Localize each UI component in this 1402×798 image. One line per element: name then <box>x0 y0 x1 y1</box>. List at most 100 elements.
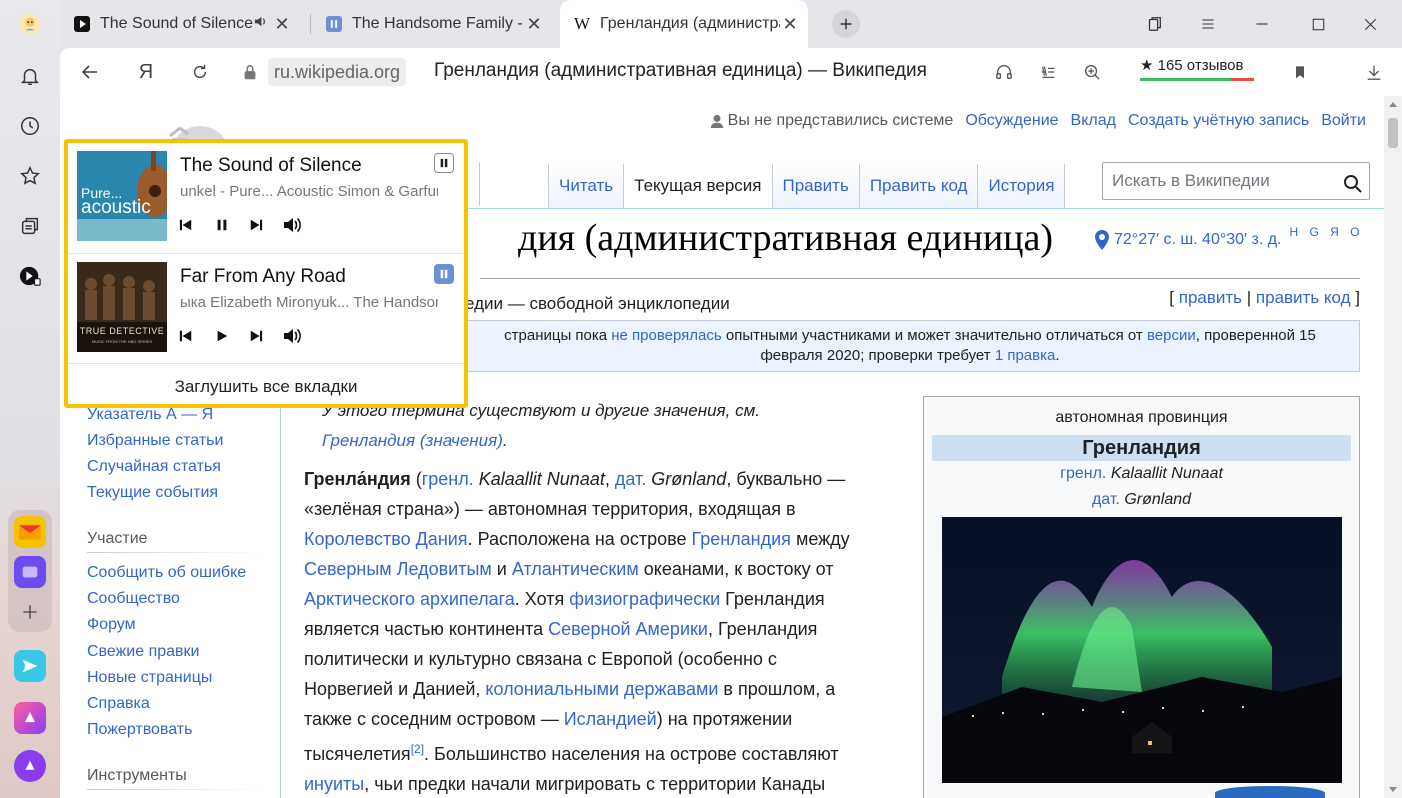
coordinates-map-links[interactable]: H G Я O <box>1290 225 1364 239</box>
maximize-icon[interactable] <box>1304 10 1332 38</box>
reference-link[interactable]: [2] <box>411 742 424 756</box>
lang-danish-link[interactable]: дат. <box>1092 491 1120 508</box>
yandex-logo-icon[interactable]: Я <box>132 58 160 86</box>
reader-mode-icon[interactable] <box>1034 58 1062 86</box>
not-reviewed-link[interactable]: не проверялась <box>611 327 721 344</box>
tab-paused-badge-icon[interactable] <box>434 264 454 284</box>
play-icon[interactable] <box>210 324 234 348</box>
nav-link-random[interactable]: Случайная статья <box>87 458 221 476</box>
url-domain[interactable]: ru.wikipedia.org <box>268 58 407 86</box>
tab-handsome-family[interactable]: The Handsome Family - Far From Any Road … <box>312 6 552 42</box>
album-cover-true-detective[interactable]: TRUE DETECTIVE MUSIC FROM THE HBO SERIES <box>77 262 167 352</box>
minimize-icon[interactable] <box>1248 10 1276 38</box>
coordinates[interactable]: 72°27′ с. ш. 40°30′ з. д. H G Я O <box>1094 225 1364 250</box>
next-track-icon[interactable] <box>244 324 268 348</box>
search-icon[interactable] <box>1343 171 1363 207</box>
media-item-far-from-any-road[interactable]: TRUE DETECTIVE MUSIC FROM THE HBO SERIES… <box>68 253 464 361</box>
close-tab-icon[interactable]: ✕ <box>524 14 544 35</box>
nav-heading-tools[interactable]: Инструменты <box>87 767 187 785</box>
tab-read[interactable]: Читать <box>548 164 625 208</box>
tab-greenland[interactable]: W Гренландия (административная единица) … <box>560 0 808 48</box>
new-tab-button[interactable] <box>832 10 860 38</box>
back-arrow-icon[interactable] <box>76 58 104 86</box>
volume-icon[interactable] <box>280 324 304 348</box>
tab-edit-code[interactable]: Править код <box>859 164 979 208</box>
mute-all-tabs-button[interactable]: Заглушить все вкладки <box>68 363 464 404</box>
collections-icon[interactable] <box>14 210 46 242</box>
nav-link-community[interactable]: Сообщество <box>87 590 180 608</box>
article-link[interactable]: физиографически <box>569 589 720 609</box>
nav-link-current-events[interactable]: Текущие события <box>87 484 218 502</box>
tab-current-version[interactable]: Текущая версия <box>624 164 773 208</box>
article-link[interactable]: Исландией <box>564 709 657 729</box>
reload-icon[interactable] <box>186 58 214 86</box>
nav-link-featured[interactable]: Избранные статьи <box>87 432 223 450</box>
close-tab-icon[interactable]: ✕ <box>272 14 292 35</box>
wiki-search-input[interactable]: Искать в Википедии <box>1102 162 1370 200</box>
url-page-title[interactable]: Гренландия (административная единица) — … <box>434 60 927 82</box>
article-link[interactable]: дат. <box>615 469 646 489</box>
messenger-app-icon[interactable] <box>14 650 46 682</box>
article-link[interactable]: Атлантическим <box>512 559 639 579</box>
article-link[interactable]: Гренландия <box>691 529 790 549</box>
tab-sound-of-silence[interactable]: The Sound of Silence ✕ <box>60 6 300 42</box>
article-link[interactable]: Арктического архипелага <box>304 589 515 609</box>
nav-link-forum[interactable]: Форум <box>87 616 136 634</box>
tab-pause-badge-icon[interactable] <box>434 153 454 173</box>
previous-track-icon[interactable] <box>174 324 198 348</box>
nav-link-new-pages[interactable]: Новые страницы <box>87 669 212 687</box>
media-player-icon[interactable] <box>14 260 46 292</box>
nav-link-donate[interactable]: Пожертвовать <box>87 721 192 739</box>
bookmarks-star-icon[interactable] <box>14 160 46 192</box>
page-scrollbar[interactable] <box>1384 96 1402 798</box>
disambiguation-link[interactable]: Гренландия (значения) <box>322 431 503 450</box>
article-link[interactable]: Северной Америки <box>548 619 708 639</box>
notifications-bell-icon[interactable] <box>14 60 46 92</box>
nav-link-index[interactable]: Указатель А — Я <box>87 406 213 424</box>
pending-edit-link[interactable]: 1 правка <box>995 347 1056 364</box>
media-item-sound-of-silence[interactable]: Pure... acoustic The Sound of Silence un… <box>68 143 464 251</box>
close-tab-icon[interactable]: ✕ <box>780 14 800 35</box>
article-link[interactable]: Северным Ледовитым <box>304 559 492 579</box>
download-icon[interactable] <box>1360 58 1388 86</box>
create-account-link[interactable]: Создать учётную запись <box>1128 112 1309 130</box>
previous-track-icon[interactable] <box>174 213 198 237</box>
speaker-icon[interactable] <box>253 14 268 34</box>
site-reviews-badge[interactable]: ★ 165 отзывов <box>1140 56 1243 74</box>
article-link[interactable]: инуиты <box>304 774 364 794</box>
lang-greenlandic-link[interactable]: гренл. <box>1060 465 1106 482</box>
nav-link-report-error[interactable]: Сообщить об ошибке <box>87 564 246 582</box>
aurora-photo[interactable] <box>942 517 1342 783</box>
menu-hamburger-icon[interactable] <box>1194 10 1222 38</box>
nav-heading-participation[interactable]: Участие <box>87 530 148 548</box>
translate-zoom-icon[interactable] <box>1078 58 1106 86</box>
album-cover-pure-acoustic[interactable]: Pure... acoustic <box>77 151 167 241</box>
profile-avatar[interactable] <box>14 8 46 40</box>
nav-link-help[interactable]: Справка <box>87 695 150 713</box>
edit-code-link[interactable]: править код <box>1256 288 1351 307</box>
article-link[interactable]: колониальными державами <box>485 679 718 699</box>
mail-app-icon[interactable] <box>14 516 46 548</box>
version-link[interactable]: версии <box>1147 327 1196 344</box>
disk-app-icon[interactable] <box>14 556 46 588</box>
tabs-overview-icon[interactable] <box>1140 10 1168 38</box>
contributions-link[interactable]: Вклад <box>1071 112 1116 130</box>
scroll-up-arrow-icon[interactable] <box>1389 102 1397 107</box>
volume-icon[interactable] <box>280 213 304 237</box>
bookmark-icon[interactable] <box>1286 58 1314 86</box>
history-clock-icon[interactable] <box>14 110 46 142</box>
tab-edit[interactable]: Править <box>772 164 860 208</box>
next-track-icon[interactable] <box>244 213 268 237</box>
scroll-thumb[interactable] <box>1388 118 1398 148</box>
close-window-icon[interactable] <box>1356 10 1384 38</box>
edit-link[interactable]: править <box>1179 288 1242 307</box>
article-link[interactable]: Королевство Дания <box>304 529 468 549</box>
lock-icon[interactable] <box>236 58 264 86</box>
tab-history[interactable]: История <box>978 164 1066 208</box>
nav-link-recent-changes[interactable]: Свежие правки <box>87 643 199 661</box>
add-app-icon[interactable] <box>14 596 46 628</box>
camera-app-icon[interactable] <box>14 702 46 734</box>
scroll-down-arrow-icon[interactable] <box>1389 787 1397 792</box>
headphones-icon[interactable] <box>990 58 1018 86</box>
alice-assistant-icon[interactable] <box>14 750 46 782</box>
